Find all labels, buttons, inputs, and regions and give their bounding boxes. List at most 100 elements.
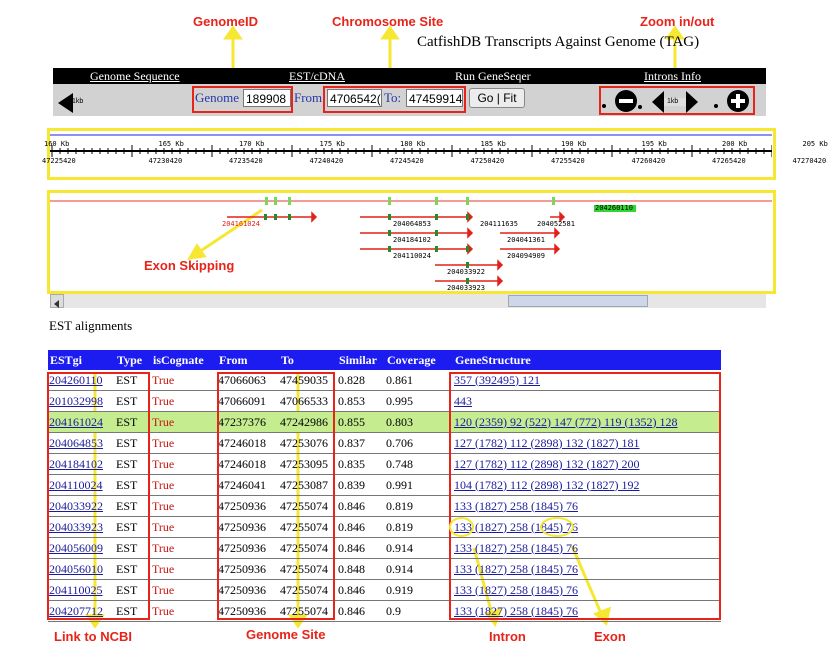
- track-label[interactable]: 204260110: [595, 204, 633, 212]
- track-label[interactable]: 204033922: [447, 268, 485, 276]
- similar-cell: 0.846: [337, 600, 385, 622]
- coverage-cell: 0.991: [385, 474, 453, 496]
- coverage-cell: 0.706: [385, 432, 453, 454]
- ruler-kb-label: 190 Kb: [561, 140, 587, 148]
- ruler-kb-label: 185 Kb: [480, 140, 506, 148]
- ruler-kb-label: 200 Kb: [722, 140, 748, 148]
- cognate-cell: True: [151, 370, 217, 391]
- nav-est-cdna[interactable]: EST/cDNA: [289, 69, 345, 84]
- col-iscognate[interactable]: isCognate: [151, 350, 217, 370]
- coverage-cell: 0.9: [385, 600, 453, 622]
- scroll-thumb[interactable]: [508, 295, 648, 307]
- highlight-gene-structure: [449, 372, 721, 620]
- cognate-cell: True: [151, 411, 217, 433]
- pan-step-label: 1kb: [72, 98, 84, 105]
- similar-cell: 0.839: [337, 474, 385, 496]
- highlight-ncbi-links: [47, 372, 150, 620]
- coverage-cell: 0.914: [385, 558, 453, 580]
- coverage-cell: 0.819: [385, 495, 453, 517]
- ruler-kb-label: 180 Kb: [400, 140, 426, 148]
- cognate-cell: True: [151, 453, 217, 475]
- ruler-kb-labels: 160 Kb 165 Kb 170 Kb 175 Kb 180 Kb 185 Kb 190 …: [44, 140, 828, 150]
- nav-introns-info[interactable]: Introns Info: [644, 69, 701, 84]
- cognate-cell: True: [151, 537, 217, 559]
- similar-cell: 0.846: [337, 579, 385, 601]
- col-genestructure[interactable]: GeneStructure: [453, 350, 721, 370]
- coverage-cell: 0.819: [385, 516, 453, 538]
- ruler-kb-label: 195 Kb: [641, 140, 667, 148]
- exon-circle: [540, 517, 574, 537]
- cognate-cell: True: [151, 558, 217, 580]
- highlight-chromosome-site: [323, 86, 466, 113]
- highlight-genomeid: [192, 86, 293, 113]
- coverage-cell: 0.861: [385, 370, 453, 391]
- track-label[interactable]: 204033923: [447, 284, 485, 292]
- similar-cell: 0.846: [337, 495, 385, 517]
- ruler-pos-labels: 47225420 47230420 47235420 47240420 47245420…: [42, 157, 826, 167]
- ruler-svg: [50, 134, 772, 157]
- ruler-position-label: 47255420: [551, 157, 585, 165]
- cognate-cell: True: [151, 600, 217, 622]
- go-fit-button[interactable]: Go | Fit: [469, 88, 525, 108]
- highlight-genome-site: [217, 372, 335, 620]
- col-estgi[interactable]: ESTgi: [48, 350, 115, 370]
- coverage-cell: 0.748: [385, 453, 453, 475]
- ruler-position-label: 47250420: [470, 157, 505, 165]
- cognate-cell: True: [151, 579, 217, 601]
- similar-cell: 0.835: [337, 453, 385, 475]
- ruler-position-label: 47265420: [712, 157, 746, 165]
- ruler-position-label: 47260420: [631, 157, 666, 165]
- nav-bar: Genome Sequence EST/cDNA Run GeneSeqer I…: [53, 68, 766, 84]
- track-label[interactable]: 204064853: [393, 220, 431, 228]
- similar-cell: 0.837: [337, 432, 385, 454]
- track-label[interactable]: 204110024: [393, 252, 431, 260]
- col-from[interactable]: From: [217, 350, 279, 370]
- track-labels: 204161024 204064853 204111635 204052581 2041…: [50, 193, 772, 292]
- track-label[interactable]: 204161024: [222, 220, 260, 228]
- ruler-kb-label: 170 Kb: [239, 140, 265, 148]
- coverage-cell: 0.995: [385, 390, 453, 412]
- ruler-kb-label: 160 Kb: [44, 140, 70, 148]
- nav-run-geneseqer[interactable]: Run GeneSeqer: [455, 69, 531, 84]
- similar-cell: 0.855: [337, 411, 385, 433]
- ruler-position-label: 47225420: [42, 157, 76, 165]
- similar-cell: 0.853: [337, 390, 385, 412]
- ruler-position-label: 47245420: [390, 157, 424, 165]
- similar-cell: 0.848: [337, 558, 385, 580]
- ruler-position-label: 47240420: [309, 157, 344, 165]
- horizontal-scrollbar[interactable]: [50, 294, 766, 308]
- table-header-row: ESTgi Type isCognate From To Similar Cov…: [48, 350, 721, 370]
- cognate-cell: True: [151, 474, 217, 496]
- track-label[interactable]: 204094909: [507, 252, 545, 260]
- ruler-position-label: 47235420: [229, 157, 263, 165]
- cognate-cell: True: [151, 495, 217, 517]
- nav-genome-sequence[interactable]: Genome Sequence: [90, 69, 180, 84]
- annotation-genome-site: Genome Site: [246, 627, 326, 642]
- track-label[interactable]: 204041361: [507, 236, 545, 244]
- cognate-cell: True: [151, 390, 217, 412]
- track-label[interactable]: 204184102: [393, 236, 431, 244]
- cognate-cell: True: [151, 516, 217, 538]
- pan-left-button[interactable]: [56, 92, 76, 118]
- track-label[interactable]: 204111635: [480, 220, 518, 228]
- annotation-link-ncbi: Link to NCBI: [54, 629, 132, 644]
- scroll-left-button[interactable]: [50, 294, 64, 308]
- col-similar[interactable]: Similar: [337, 350, 385, 370]
- intron-circle: [449, 517, 474, 537]
- chevron-left-icon: [54, 300, 59, 308]
- ruler-position-label: 47270420: [792, 157, 827, 165]
- ruler-kb-label: 175 Kb: [319, 140, 345, 148]
- similar-cell: 0.846: [337, 537, 385, 559]
- coverage-cell: 0.803: [385, 411, 453, 433]
- col-type[interactable]: Type: [115, 350, 151, 370]
- page-title: CatfishDB Transcripts Against Genome (TA…: [417, 34, 700, 50]
- col-coverage[interactable]: Coverage: [385, 350, 453, 370]
- highlight-zoom: [599, 86, 755, 115]
- track-label[interactable]: 204052581: [537, 220, 575, 228]
- section-title: EST alignments: [49, 318, 133, 333]
- annotation-exon-skipping: Exon Skipping: [144, 258, 235, 273]
- similar-cell: 0.828: [337, 370, 385, 391]
- coverage-cell: 0.914: [385, 537, 453, 559]
- col-to[interactable]: To: [279, 350, 337, 370]
- coverage-cell: 0.919: [385, 579, 453, 601]
